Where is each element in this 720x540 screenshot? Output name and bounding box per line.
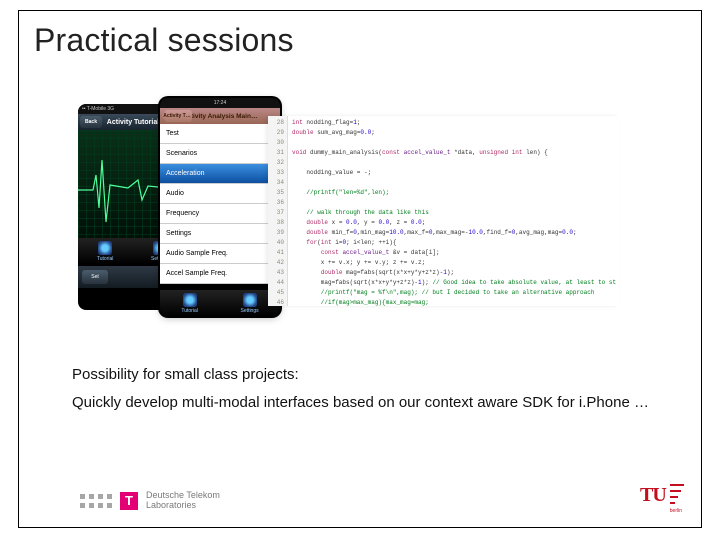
list-item[interactable]: Settings› xyxy=(160,224,280,244)
list-item-label: Accel Sample Freq. xyxy=(166,270,227,277)
nav-title: Activity Tutorial xyxy=(107,119,159,126)
tu-berlin-logo: TU berlin xyxy=(640,484,684,514)
dt-dots-icon xyxy=(80,494,112,508)
back-button[interactable]: Back xyxy=(80,116,102,128)
list-item[interactable]: Audio› xyxy=(160,184,280,204)
list-item-label: Acceleration xyxy=(166,170,205,177)
list-item-label: Audio Sample Freq. xyxy=(166,250,228,257)
back-button[interactable]: Activity T… xyxy=(162,110,192,122)
tu-city: berlin xyxy=(670,508,682,514)
dt-label: Deutsche Telekom Laboratories xyxy=(146,491,220,510)
nav-title: Activity Analysis Main… xyxy=(183,113,258,120)
tu-mark: TU xyxy=(640,484,666,507)
list-item[interactable]: Audio Sample Freq.› xyxy=(160,244,280,264)
tab-settings[interactable]: Settings xyxy=(241,293,259,314)
dt-t-icon: T xyxy=(120,492,138,510)
list-item[interactable]: Acceleration› xyxy=(160,164,280,184)
tab-label: Tutorial xyxy=(181,308,198,314)
tu-bars-icon xyxy=(670,484,684,504)
menu-list: Test›Scenarios›Acceleration›Audio›Freque… xyxy=(160,124,280,284)
tab-label: Settings xyxy=(241,308,259,314)
list-item-label: Test xyxy=(166,130,179,137)
deutsche-telekom-logo: T Deutsche Telekom Laboratories xyxy=(80,491,220,510)
code-body: int nodding_flag=1; double sum_avg_mag=0… xyxy=(288,116,618,306)
tutorial-icon xyxy=(98,241,112,255)
list-item[interactable]: Scenarios› xyxy=(160,144,280,164)
dt-line2: Laboratories xyxy=(146,501,220,510)
list-item-label: Frequency xyxy=(166,210,199,217)
status-bar: 17:24 xyxy=(160,98,280,108)
carrier-label: •• T-Mobile 3G xyxy=(82,106,114,112)
screenshot-collage: •• T-Mobile 3G 17:09 Back Activity Tutor… xyxy=(78,98,588,324)
body-line-1: Possibility for small class projects: xyxy=(72,366,660,383)
list-item-label: Scenarios xyxy=(166,150,197,157)
tab-tutorial[interactable]: Tutorial xyxy=(181,293,198,314)
tutorial-icon xyxy=(183,293,197,307)
list-item-label: Audio xyxy=(166,190,184,197)
tab-bar: Tutorial Settings xyxy=(160,290,280,316)
set-button[interactable]: Set xyxy=(82,270,108,284)
body-line-2: Quickly develop multi-modal interfaces b… xyxy=(72,394,660,413)
nav-bar: Activity T… Activity Analysis Main… xyxy=(160,108,280,124)
tab-label: Tutorial xyxy=(97,256,114,262)
code-editor: 28 29 30 31 32 33 34 35 36 37 38 39 40 4… xyxy=(268,116,618,306)
slide-title: Practical sessions xyxy=(34,22,294,59)
settings-icon xyxy=(243,293,257,307)
tab-tutorial[interactable]: Tutorial xyxy=(97,241,114,262)
list-item[interactable]: Test› xyxy=(160,124,280,144)
list-item[interactable]: Accel Sample Freq.› xyxy=(160,264,280,284)
clock-label: 17:24 xyxy=(214,100,227,106)
line-gutter: 28 29 30 31 32 33 34 35 36 37 38 39 40 4… xyxy=(268,116,288,306)
list-item-label: Settings xyxy=(166,230,191,237)
list-item[interactable]: Frequency› xyxy=(160,204,280,224)
iphone-activity-analysis: 17:24 Activity T… Activity Analysis Main… xyxy=(160,98,280,316)
